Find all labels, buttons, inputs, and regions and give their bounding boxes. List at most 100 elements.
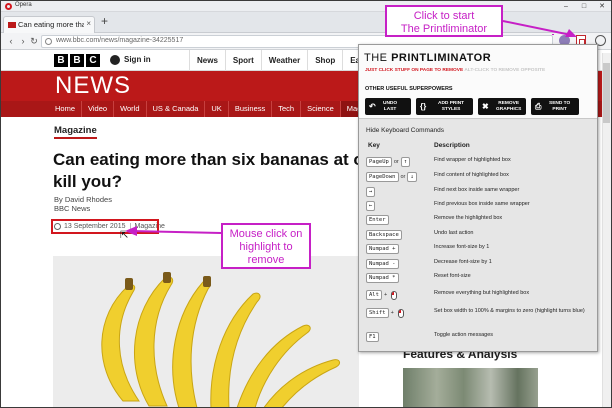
key-cap: Numpad * bbox=[366, 273, 399, 283]
command-keys: Backspace bbox=[366, 229, 404, 241]
nav-weather[interactable]: Weather bbox=[260, 50, 307, 71]
title-light: THE bbox=[364, 52, 392, 64]
command-description: Set box width to 100% & margins to zero … bbox=[434, 308, 585, 314]
features-thumbnail[interactable] bbox=[403, 368, 538, 407]
title-bold: PRINTLIMINATOR bbox=[391, 52, 492, 64]
command-keys: ← bbox=[366, 200, 377, 212]
minimize-icon[interactable]: – bbox=[557, 1, 575, 12]
hide-keyboard-commands-link[interactable]: Hide Keyboard Commands bbox=[366, 127, 444, 134]
command-description: Find content of highlighted box bbox=[434, 172, 509, 178]
nav-shop[interactable]: Shop bbox=[307, 50, 342, 71]
add-print-styles-button[interactable]: {} ADD PRINT STYLES bbox=[416, 98, 473, 115]
send-to-print-button[interactable]: ⎙ SEND TO PRINT bbox=[531, 98, 579, 115]
key-separator: + bbox=[390, 310, 394, 316]
bbc-logo[interactable]: B B C bbox=[54, 54, 100, 67]
reload-icon[interactable]: ↻ bbox=[28, 35, 40, 47]
subtitle-alt: ALT-CLICK TO REMOVE OPPOSITE bbox=[464, 68, 546, 73]
byline-org: BBC News bbox=[54, 204, 91, 213]
key-cap: Shift bbox=[366, 308, 389, 318]
command-description: Toggle action messages bbox=[434, 332, 494, 338]
remove-graphics-button[interactable]: ✖ REMOVE GRAPHICS bbox=[478, 98, 526, 115]
command-keys: Alt + bbox=[366, 289, 398, 301]
command-row: Backspace Undo last action bbox=[366, 229, 591, 243]
top-nav: News Sport Weather Shop Earth bbox=[189, 50, 378, 71]
button-label: SEND TO PRINT bbox=[549, 101, 571, 112]
bbc-block: B bbox=[54, 54, 68, 67]
command-keys: Numpad - bbox=[366, 258, 401, 270]
command-row: PageDown or ↓ Find content of highlighted b… bbox=[366, 171, 591, 185]
nav-news[interactable]: News bbox=[189, 50, 225, 71]
section-label[interactable]: Magazine bbox=[54, 125, 97, 139]
command-description: Decrease font-size by 1 bbox=[434, 259, 492, 265]
subnav-tech[interactable]: Tech bbox=[272, 101, 302, 117]
bbc-favicon-icon bbox=[8, 22, 16, 28]
key-cap: ↑ bbox=[400, 157, 411, 167]
print-icon: ⎙ bbox=[535, 102, 542, 111]
callout-line: Mouse click on bbox=[229, 228, 303, 240]
scrollbar-thumb[interactable] bbox=[603, 63, 610, 123]
command-description: Remove everything but highlighted box bbox=[434, 290, 530, 296]
headline-line: kill you? bbox=[53, 172, 122, 191]
key-separator: + bbox=[383, 292, 388, 298]
subnav-home[interactable]: Home bbox=[49, 101, 83, 117]
mouse-click-icon bbox=[397, 308, 404, 318]
callout-line: The Printliminator bbox=[400, 23, 488, 35]
command-row: PageUp or ↑ Find wrapper of highlighted box bbox=[366, 156, 591, 170]
mouse-click-callout: Mouse click on highlight to remove bbox=[221, 223, 311, 269]
command-keys: → bbox=[366, 186, 377, 198]
start-callout: Click to start The Printliminator bbox=[385, 5, 503, 37]
remove-graphics-icon: ✖ bbox=[482, 102, 489, 111]
tab-active[interactable]: Can eating more than six b × bbox=[3, 16, 95, 33]
subnav-video[interactable]: Video bbox=[82, 101, 115, 117]
command-description: Increase font-size by 1 bbox=[434, 244, 490, 250]
app-name: Opera bbox=[15, 2, 32, 8]
key-cap: Backspace bbox=[366, 230, 402, 240]
close-window-icon[interactable]: ✕ bbox=[593, 1, 611, 12]
nav-sport[interactable]: Sport bbox=[224, 50, 261, 71]
button-label: UNDO LAST bbox=[383, 101, 398, 112]
bananas-image bbox=[101, 272, 341, 407]
url-text: www.bbc.com/news/magazine-34225517 bbox=[56, 37, 184, 44]
globe-icon bbox=[45, 38, 52, 45]
subnav-business[interactable]: Business bbox=[229, 101, 273, 117]
key-cap: Enter bbox=[366, 215, 389, 225]
subnav-world[interactable]: World bbox=[114, 101, 147, 117]
subnav-science[interactable]: Science bbox=[301, 101, 341, 117]
mouse-click-icon bbox=[391, 290, 398, 300]
command-keys: Numpad * bbox=[366, 272, 401, 284]
opera-logo-icon[interactable] bbox=[5, 3, 12, 10]
bbc-block: B bbox=[70, 54, 84, 67]
news-logo[interactable]: NEWS bbox=[55, 71, 131, 101]
command-row: Shift + Set box width to 100% & margins to… bbox=[366, 307, 591, 321]
command-keys: Enter bbox=[366, 214, 391, 226]
user-icon[interactable] bbox=[110, 55, 120, 65]
command-row: Enter Remove the highlighted box bbox=[366, 214, 591, 228]
subnav-us-canada[interactable]: US & Canada bbox=[147, 101, 206, 117]
callout-line: remove bbox=[247, 254, 285, 266]
tab-title: Can eating more than six b bbox=[18, 20, 84, 29]
key-cap: F1 bbox=[366, 332, 379, 342]
maximize-icon[interactable]: □ bbox=[575, 1, 593, 12]
command-description: Find previous box inside same wrapper bbox=[434, 201, 530, 207]
key-cap: Numpad + bbox=[366, 244, 399, 254]
undo-last-button[interactable]: ↶ UNDO LAST bbox=[365, 98, 411, 115]
superpowers-label: OTHER USEFUL SUPERPOWERS bbox=[365, 86, 453, 92]
subtitle-main: JUST CLICK STUFF ON PAGE TO REMOVE bbox=[365, 68, 464, 73]
bbc-block: C bbox=[86, 54, 100, 67]
command-description: Find next box inside same wrapper bbox=[434, 187, 520, 193]
button-label: REMOVE GRAPHICS bbox=[496, 101, 522, 112]
button-label: ADD PRINT STYLES bbox=[438, 101, 465, 112]
add-styles-icon: {} bbox=[420, 102, 427, 111]
subnav-uk[interactable]: UK bbox=[205, 101, 229, 117]
tab-close-icon[interactable]: × bbox=[86, 19, 91, 28]
command-description: Remove the highlighted box bbox=[434, 215, 503, 221]
command-row: ← Find previous box inside same wrapper bbox=[366, 200, 591, 214]
back-icon[interactable]: ‹ bbox=[5, 35, 17, 47]
sign-in-link[interactable]: Sign in bbox=[124, 55, 151, 64]
key-cap: PageUp bbox=[366, 157, 392, 167]
description-column-header: Description bbox=[434, 142, 470, 149]
key-cap: → bbox=[366, 187, 376, 197]
article-headline: Can eating more than six bananas at on k… bbox=[53, 149, 374, 193]
new-tab-button[interactable]: + bbox=[101, 14, 108, 28]
byline-author: By David Rhodes bbox=[54, 195, 112, 204]
